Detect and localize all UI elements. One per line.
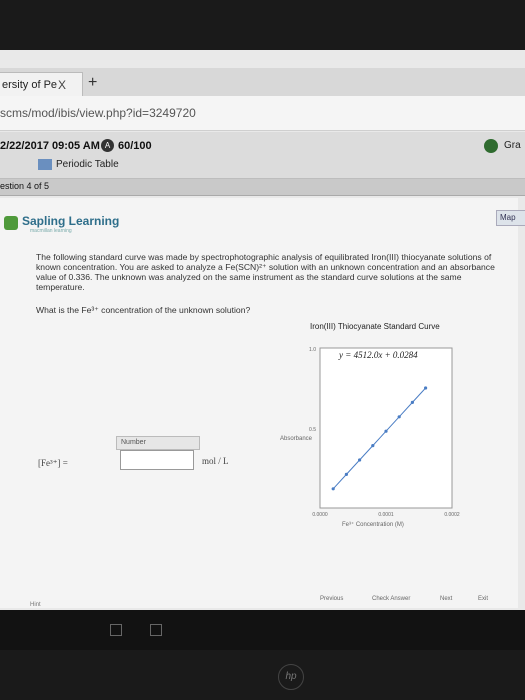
data-point [358, 458, 362, 462]
question-text: The following standard curve was made by… [36, 252, 495, 292]
hint-button[interactable]: Hint [30, 602, 41, 608]
assignment-info-bar: 2/22/2017 09:05 AM A 60/100 Gra Periodic… [0, 132, 525, 179]
periodic-table-icon[interactable] [38, 159, 52, 170]
taskbar-icon-1[interactable] [110, 624, 122, 636]
plot-area [319, 347, 453, 509]
browser-tab[interactable]: ersity of Pe X [0, 72, 83, 97]
question-prompt: What is the Fe³⁺ concentration of the un… [36, 305, 251, 315]
check-answer-button[interactable]: Check Answer [372, 596, 410, 602]
previous-button[interactable]: Previous [320, 596, 343, 602]
data-point [344, 472, 348, 476]
close-icon[interactable]: X [58, 73, 66, 97]
question-bar: estion 4 of 5 [0, 179, 525, 196]
taskbar [0, 610, 525, 650]
standard-curve-chart: 1.0 0.5 0.0000 0.0001 0.0002 [309, 347, 460, 518]
y-tick-mid: 0.5 [309, 427, 316, 433]
regression-equation: y = 4512.0x + 0.0284 [339, 350, 418, 360]
browser-screen: ersity of Pe X + scms/mod/ibis/view.php?… [0, 50, 525, 610]
new-tab-button[interactable]: + [88, 74, 97, 92]
assignment-datetime: 2/22/2017 09:05 AM [0, 140, 100, 152]
y-axis-label: Absorbance [280, 436, 313, 442]
x-tick-left: 0.0000 [312, 512, 328, 518]
exit-button[interactable]: Exit [478, 596, 488, 602]
address-bar[interactable]: scms/mod/ibis/view.php?id=3249720 [0, 96, 525, 131]
assignment-score: 60/100 [118, 140, 152, 152]
y-tick-top: 1.0 [309, 347, 316, 353]
taskbar-icon-2[interactable] [150, 624, 162, 636]
tab-bar: ersity of Pe X + [0, 68, 525, 97]
x-axis-label: Fe³⁺ Concentration (M) [342, 522, 404, 528]
data-point [331, 487, 335, 491]
nav-buttons: Previous Check Answer Next Exit [320, 596, 520, 608]
number-label: Number [116, 436, 200, 450]
data-point [410, 400, 414, 404]
next-button[interactable]: Next [440, 596, 452, 602]
sapling-logo-icon [4, 216, 18, 230]
score-icon: A [101, 139, 114, 152]
grade-icon[interactable] [484, 139, 498, 153]
grade-link[interactable]: Gra [504, 140, 521, 151]
tab-title: ersity of Pe [2, 79, 58, 91]
data-point [397, 415, 401, 419]
data-point [424, 386, 428, 390]
x-tick-right: 0.0002 [444, 512, 460, 518]
chart-title: Iron(III) Thiocyanate Standard Curve [310, 322, 440, 331]
fe-concentration-label: [Fe³⁺] = [38, 458, 68, 468]
answer-input[interactable] [120, 450, 194, 470]
data-point [384, 429, 388, 433]
question-counter: estion 4 of 5 [0, 181, 50, 191]
unit-label: mol / L [202, 456, 229, 466]
x-tick-mid: 0.0001 [378, 512, 394, 518]
hp-logo: hp [278, 664, 304, 690]
data-point [371, 444, 375, 448]
sapling-logo-subtitle: macmillan learning [30, 228, 72, 234]
periodic-table-link[interactable]: Periodic Table [56, 159, 119, 170]
map-button[interactable]: Map [496, 210, 525, 226]
question-panel: Sapling Learning macmillan learning Map … [0, 198, 525, 608]
sapling-logo: Sapling Learning [22, 214, 120, 228]
url-text: scms/mod/ibis/view.php?id=3249720 [0, 106, 196, 120]
